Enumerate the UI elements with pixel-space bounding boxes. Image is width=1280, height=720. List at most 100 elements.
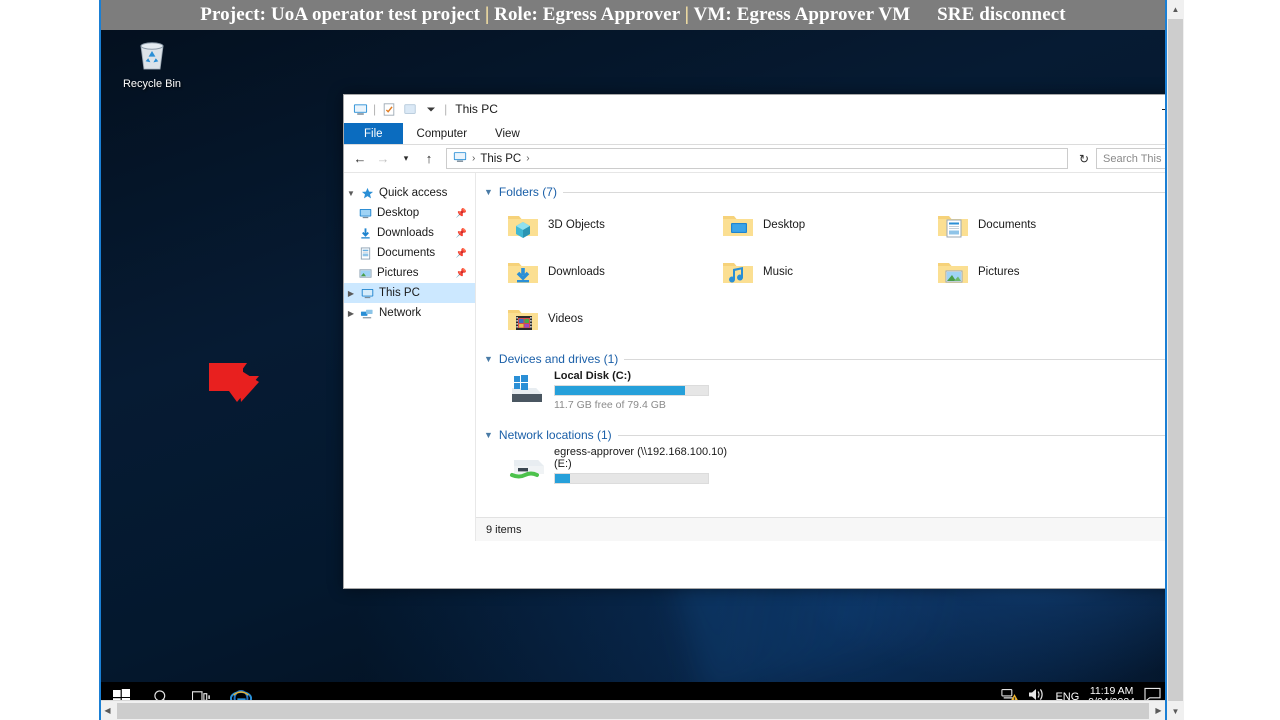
scroll-up-arrow[interactable]: ▲	[1167, 0, 1184, 18]
chevron-right-icon[interactable]: ▶	[344, 309, 358, 318]
window-controls[interactable]	[1146, 95, 1165, 123]
capacity-bar-fill	[555, 474, 571, 483]
list-item[interactable]: Downloads	[484, 248, 699, 295]
this-pc-icon[interactable]	[352, 101, 368, 117]
properties-checklist-icon[interactable]	[381, 101, 397, 117]
network-drive-icon	[506, 448, 546, 486]
explorer-title-bar[interactable]: | | This PC	[344, 95, 1165, 123]
group-header-folders[interactable]: ▼ Folders (7)	[484, 185, 1165, 199]
sidebar-item-pictures[interactable]: Pictures 📌	[344, 263, 475, 283]
local-disk-icon	[506, 372, 546, 410]
folder-videos-icon	[506, 302, 540, 336]
sidebar-item-label: Quick access	[379, 187, 448, 199]
pin-icon[interactable]: 📌	[456, 208, 467, 219]
pin-icon[interactable]: 📌	[456, 228, 467, 239]
documents-icon	[356, 246, 374, 260]
red-pointer-arrow	[209, 363, 259, 402]
chevron-right-icon[interactable]: ▶	[344, 289, 358, 298]
sidebar-item-label: Downloads	[377, 227, 434, 239]
list-item[interactable]: Music	[699, 248, 914, 295]
ribbon-tab-view[interactable]: View	[481, 123, 534, 144]
banner-sre-disconnect[interactable]: SRE disconnect	[937, 4, 1066, 25]
chevron-down-icon[interactable]: ▼	[344, 189, 358, 198]
list-item[interactable]: Videos	[484, 295, 699, 342]
recent-locations-icon[interactable]: ▾	[396, 148, 416, 170]
navigation-pane[interactable]: ▼ Quick access Desktop 📌 Downloads 📌 Doc…	[344, 173, 476, 541]
scroll-thumb-horizontal[interactable]	[117, 702, 1149, 719]
breadcrumb-item-this-pc[interactable]: This PC	[480, 153, 521, 165]
chevron-down-icon[interactable]: ▼	[484, 354, 493, 364]
folders-tile-grid[interactable]: 3D Objects Desktop Documents Downloads M…	[484, 201, 1165, 342]
list-item[interactable]: Desktop	[699, 201, 914, 248]
chevron-down-icon[interactable]: ▼	[484, 187, 493, 197]
list-item-label: 3D Objects	[548, 218, 605, 231]
folder-documents-icon	[936, 208, 970, 242]
sidebar-item-quick-access[interactable]: ▼ Quick access	[344, 183, 475, 203]
sidebar-item-this-pc[interactable]: ▶ This PC	[344, 283, 475, 303]
sidebar-item-documents[interactable]: Documents 📌	[344, 243, 475, 263]
drive-free-text: 11.7 GB free of 79.4 GB	[554, 399, 666, 411]
sidebar-item-label: Documents	[377, 247, 436, 259]
explorer-status-bar: 9 items	[476, 517, 1165, 541]
content-pane[interactable]: ▼ Folders (7) 3D Objects Desktop Documen…	[476, 173, 1165, 541]
breadcrumb-separator-2[interactable]: ›	[526, 153, 529, 164]
folder-desktop-icon	[721, 208, 755, 242]
banner-separator-2: |	[684, 4, 690, 25]
forward-arrow-icon[interactable]: →	[373, 148, 393, 170]
ribbon-tab-computer[interactable]: Computer	[403, 123, 482, 144]
qat-divider-2: |	[444, 102, 448, 116]
list-item[interactable]: Local Disk (C:) 11.7 GB free of 79.4 GB	[484, 368, 1165, 420]
new-folder-icon[interactable]	[402, 101, 418, 117]
search-input[interactable]: Search This PC	[1096, 148, 1165, 169]
breadcrumb-this-pc-icon	[453, 150, 467, 167]
sidebar-item-label: Desktop	[377, 207, 420, 219]
capacity-bar-fill	[555, 386, 686, 395]
pictures-icon	[356, 267, 374, 280]
quick-access-toolbar[interactable]: | |	[352, 101, 447, 117]
scroll-left-arrow[interactable]: ◀	[99, 701, 116, 720]
list-item[interactable]: Documents	[914, 201, 1129, 248]
group-rule	[617, 434, 1165, 436]
address-bar[interactable]: ← → ▾ ↑ › This PC › ↻ Search This PC	[344, 145, 1165, 173]
scroll-thumb-vertical[interactable]	[1168, 19, 1183, 701]
breadcrumb[interactable]: › This PC ›	[446, 148, 1068, 169]
explorer-window-title: This PC	[455, 102, 498, 116]
sidebar-item-network[interactable]: ▶ Network	[344, 303, 475, 323]
banner-role: Role: Egress Approver	[494, 4, 680, 25]
pin-icon[interactable]: 📌	[456, 248, 467, 259]
drive-name-line2: (E:)	[554, 458, 572, 470]
up-arrow-icon[interactable]: ↑	[419, 148, 439, 170]
group-header-network[interactable]: ▼ Network locations (1)	[484, 428, 1165, 442]
pin-icon[interactable]: 📌	[456, 268, 467, 279]
group-header-devices[interactable]: ▼ Devices and drives (1)	[484, 352, 1165, 366]
back-arrow-icon[interactable]: ←	[350, 148, 370, 170]
list-item-label: Videos	[548, 312, 583, 325]
file-explorer-window[interactable]: | | This PC File Computer View ← → ▾ ↑ ›…	[343, 94, 1165, 589]
sidebar-item-desktop[interactable]: Desktop 📌	[344, 203, 475, 223]
ribbon-tab-file[interactable]: File	[344, 123, 403, 144]
screen-root: Project: UoA operator test project | Rol…	[0, 0, 1280, 720]
ribbon-tab-strip[interactable]: File Computer View ?	[344, 123, 1165, 145]
minimize-button[interactable]	[1146, 95, 1165, 123]
scroll-right-arrow[interactable]: ▶	[1150, 701, 1167, 720]
explorer-body: ▼ Quick access Desktop 📌 Downloads 📌 Doc…	[344, 173, 1165, 541]
customize-dropdown-icon[interactable]	[423, 101, 439, 117]
page-vertical-scrollbar[interactable]: ▲ ▼	[1167, 0, 1184, 720]
group-title: Folders (7)	[498, 185, 557, 199]
list-item[interactable]: 3D Objects	[484, 201, 699, 248]
scroll-down-arrow[interactable]: ▼	[1167, 702, 1184, 720]
page-horizontal-scrollbar[interactable]: ◀ ▶	[99, 700, 1167, 720]
page-right-margin	[1180, 0, 1280, 720]
list-item[interactable]: Pictures	[914, 248, 1129, 295]
desktop-icon-recycle-bin[interactable]: Recycle Bin	[109, 34, 195, 91]
chevron-down-icon[interactable]: ▼	[484, 430, 493, 440]
remote-desktop[interactable]: Recycle Bin | | This PC File Computer Vi…	[101, 30, 1165, 682]
folder-downloads-icon	[506, 255, 540, 289]
recycle-bin-label: Recycle Bin	[122, 78, 182, 90]
list-item[interactable]: egress-approver (\\192.168.100.10) (E:)	[484, 444, 1165, 500]
sidebar-item-downloads[interactable]: Downloads 📌	[344, 223, 475, 243]
group-title: Network locations (1)	[498, 428, 612, 442]
folder-3d-objects-icon	[506, 208, 540, 242]
drive-name: Local Disk (C:)	[554, 370, 632, 382]
refresh-icon[interactable]: ↻	[1075, 148, 1093, 170]
